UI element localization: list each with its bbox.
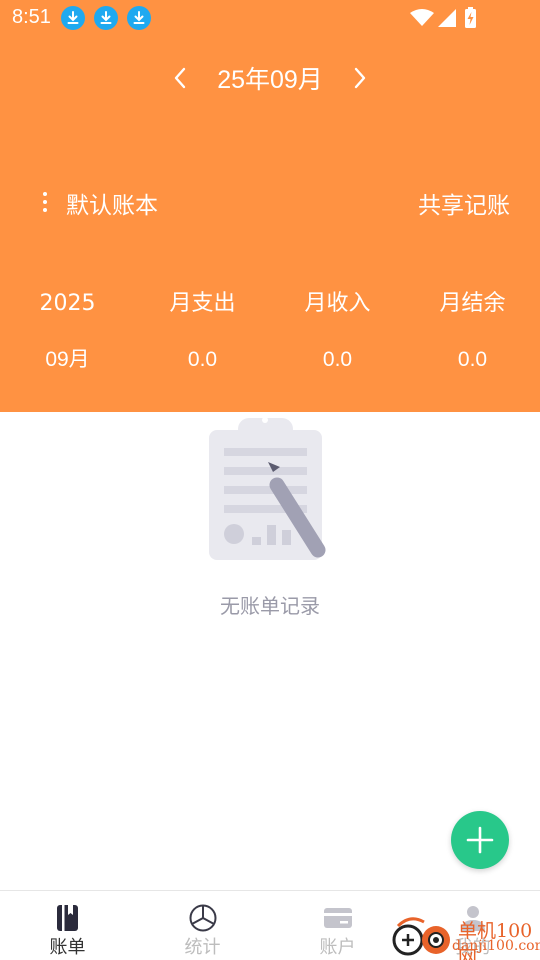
empty-state-message: 无账单记录	[220, 594, 320, 618]
plus-icon	[466, 826, 494, 854]
watermark-logo: 单机100网 danji100.com	[390, 912, 540, 960]
next-month-button[interactable]	[346, 62, 374, 94]
status-bar: 8:51	[0, 0, 540, 36]
download-notification-icon	[127, 6, 151, 30]
tab-label-accounts: 账户	[319, 937, 356, 958]
battery-icon	[465, 7, 476, 28]
expense-value: 0.0	[187, 348, 218, 371]
add-record-button[interactable]	[451, 811, 509, 869]
summary-balance-column: 月结余 0.0	[405, 284, 540, 394]
prev-month-button[interactable]	[166, 62, 194, 94]
signal-icon	[438, 9, 456, 27]
income-label: 月收入	[304, 291, 371, 316]
download-notification-icon	[94, 6, 118, 30]
watermark-url: danji100.com	[452, 938, 540, 954]
summary-income-column: 月收入 0.0	[270, 284, 405, 394]
system-status-icons	[410, 7, 476, 28]
tab-bills[interactable]: 账单	[0, 891, 135, 960]
empty-clipboard-icon	[209, 417, 326, 560]
book-icon	[57, 905, 78, 931]
more-vertical-icon[interactable]	[38, 188, 52, 216]
expense-label: 月支出	[169, 291, 236, 316]
balance-value: 0.0	[457, 348, 488, 371]
summary-month: 09月	[45, 348, 90, 371]
income-value: 0.0	[322, 348, 353, 371]
header-panel: 8:51 25年09月 默认账本 共享记账 2025 09月 月支出 0.0 月…	[0, 0, 540, 412]
balance-label: 月结余	[439, 291, 506, 316]
watermark-icon	[392, 917, 450, 956]
summary-expense-column: 月支出 0.0	[135, 284, 270, 394]
wifi-icon	[410, 9, 434, 26]
status-time: 8:51	[12, 6, 51, 28]
pie-chart-icon	[189, 904, 217, 932]
tab-statistics[interactable]: 统计	[135, 891, 270, 960]
month-navigator: 25年09月	[0, 56, 540, 100]
monthly-summary: 2025 09月 月支出 0.0 月收入 0.0 月结余 0.0	[0, 284, 540, 394]
ledger-row: 默认账本 共享记账	[0, 182, 540, 222]
download-notification-icon	[61, 6, 85, 30]
summary-year-column[interactable]: 2025 09月	[0, 284, 135, 394]
ledger-name[interactable]: 默认账本	[66, 186, 158, 220]
current-month-label[interactable]: 25年09月	[195, 60, 345, 96]
tab-accounts[interactable]: 账户	[270, 891, 405, 960]
card-icon	[324, 908, 352, 928]
tab-label-bills: 账单	[49, 937, 86, 958]
shared-bookkeeping-button[interactable]: 共享记账	[418, 186, 510, 220]
empty-state: 无账单记录	[0, 412, 540, 632]
tab-label-statistics: 统计	[184, 937, 221, 958]
summary-year: 2025	[39, 291, 96, 316]
